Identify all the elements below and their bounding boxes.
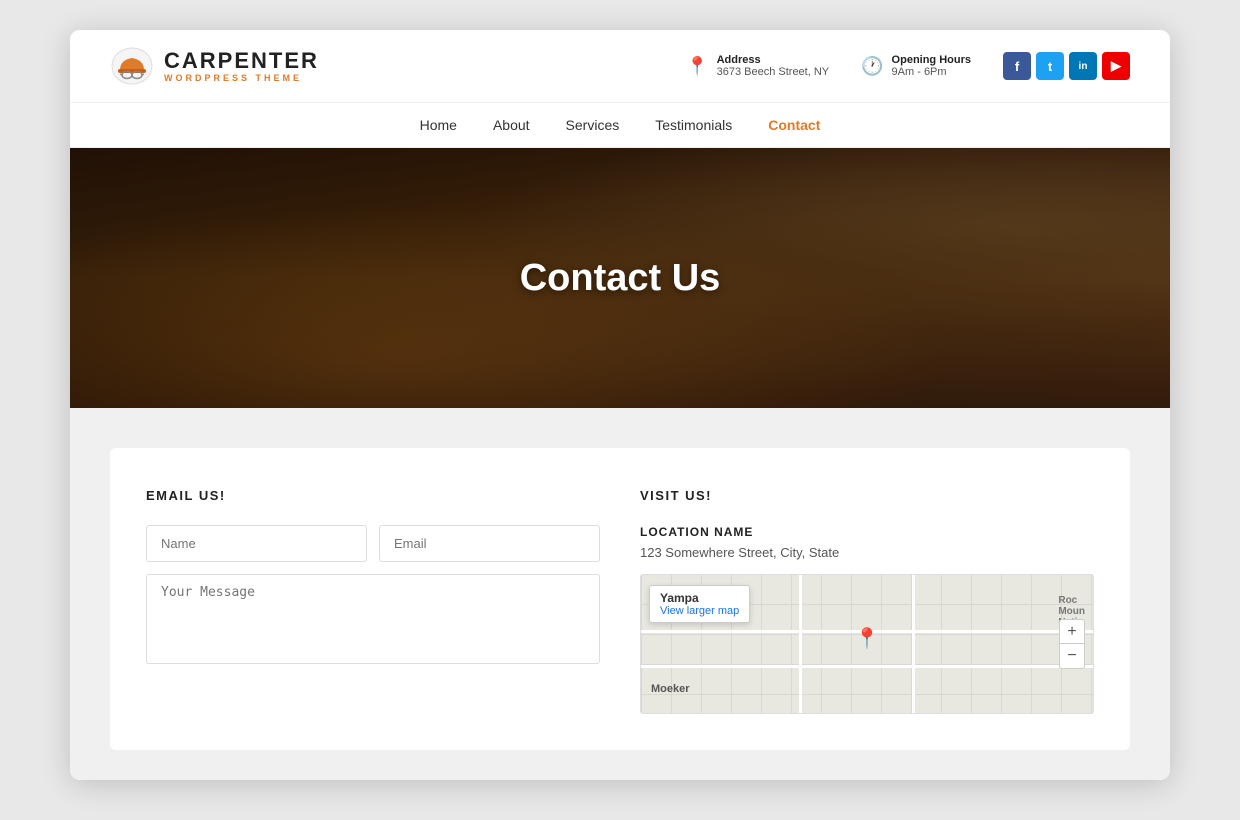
- address-label: Address: [717, 54, 830, 66]
- email-heading: EMAIL US!: [146, 488, 600, 503]
- map-road: [912, 575, 915, 713]
- hero-banner: Contact Us: [70, 148, 1170, 408]
- map-zoom-out[interactable]: −: [1060, 644, 1084, 668]
- location-address: 123 Somewhere Street, City, State: [640, 545, 1094, 560]
- main-content: EMAIL US! VISIT US! LOCATION NAME 123 So…: [70, 408, 1170, 780]
- email-section: EMAIL US!: [146, 488, 600, 714]
- hours-info: 🕐 Opening Hours 9Am - 6Pm: [861, 54, 971, 78]
- location-icon: 📍: [686, 56, 708, 77]
- map-road: [799, 575, 802, 713]
- location-name: LOCATION NAME: [640, 525, 1094, 539]
- map-road: [641, 665, 1093, 668]
- nav-home[interactable]: Home: [420, 117, 457, 133]
- nav-about[interactable]: About: [493, 117, 530, 133]
- logo-icon: [110, 44, 154, 88]
- hero-title: Contact Us: [520, 257, 721, 300]
- form-name-email-row: [146, 525, 600, 562]
- map-pin: 📍: [855, 626, 880, 651]
- map-tooltip-link[interactable]: View larger map: [660, 605, 739, 617]
- map-zoom-in[interactable]: +: [1060, 620, 1084, 644]
- address-value: 3673 Beech Street, NY: [717, 66, 830, 78]
- facebook-button[interactable]: f: [1003, 52, 1031, 80]
- map-label-moeker: Moeker: [651, 683, 690, 695]
- visit-section: VISIT US! LOCATION NAME 123 Somewhere St…: [640, 488, 1094, 714]
- header-info: 📍 Address 3673 Beech Street, NY 🕐 Openin…: [686, 52, 1130, 80]
- nav-testimonials[interactable]: Testimonials: [655, 117, 732, 133]
- logo-area: CARPENTER WORDPRESS THEME: [110, 44, 319, 88]
- hours-label: Opening Hours: [892, 54, 971, 66]
- hours-value: 9Am - 6Pm: [892, 66, 971, 78]
- twitter-button[interactable]: t: [1036, 52, 1064, 80]
- logo-subtitle: WORDPRESS THEME: [164, 73, 319, 83]
- message-textarea[interactable]: [146, 574, 600, 664]
- social-icons: f t in ▶: [1003, 52, 1130, 80]
- visit-heading: VISIT US!: [640, 488, 1094, 503]
- logo-title: CARPENTER: [164, 49, 319, 73]
- browser-window: CARPENTER WORDPRESS THEME 📍 Address 3673…: [70, 30, 1170, 780]
- email-input[interactable]: [379, 525, 600, 562]
- map-zoom-controls: + −: [1059, 619, 1085, 669]
- clock-icon: 🕐: [861, 56, 883, 77]
- map-tooltip: Yampa View larger map: [649, 585, 750, 623]
- site-header: CARPENTER WORDPRESS THEME 📍 Address 3673…: [70, 30, 1170, 103]
- youtube-button[interactable]: ▶: [1102, 52, 1130, 80]
- logo-text: CARPENTER WORDPRESS THEME: [164, 49, 319, 83]
- map-container: Moeker Roc Moun Natio 📍 Yampa View large…: [640, 574, 1094, 714]
- nav-contact[interactable]: Contact: [768, 117, 820, 133]
- contact-card: EMAIL US! VISIT US! LOCATION NAME 123 So…: [110, 448, 1130, 750]
- address-info: 📍 Address 3673 Beech Street, NY: [686, 54, 829, 78]
- nav-services[interactable]: Services: [566, 117, 620, 133]
- site-navigation: Home About Services Testimonials Contact: [70, 103, 1170, 148]
- linkedin-button[interactable]: in: [1069, 52, 1097, 80]
- name-input[interactable]: [146, 525, 367, 562]
- map-tooltip-title: Yampa: [660, 591, 739, 605]
